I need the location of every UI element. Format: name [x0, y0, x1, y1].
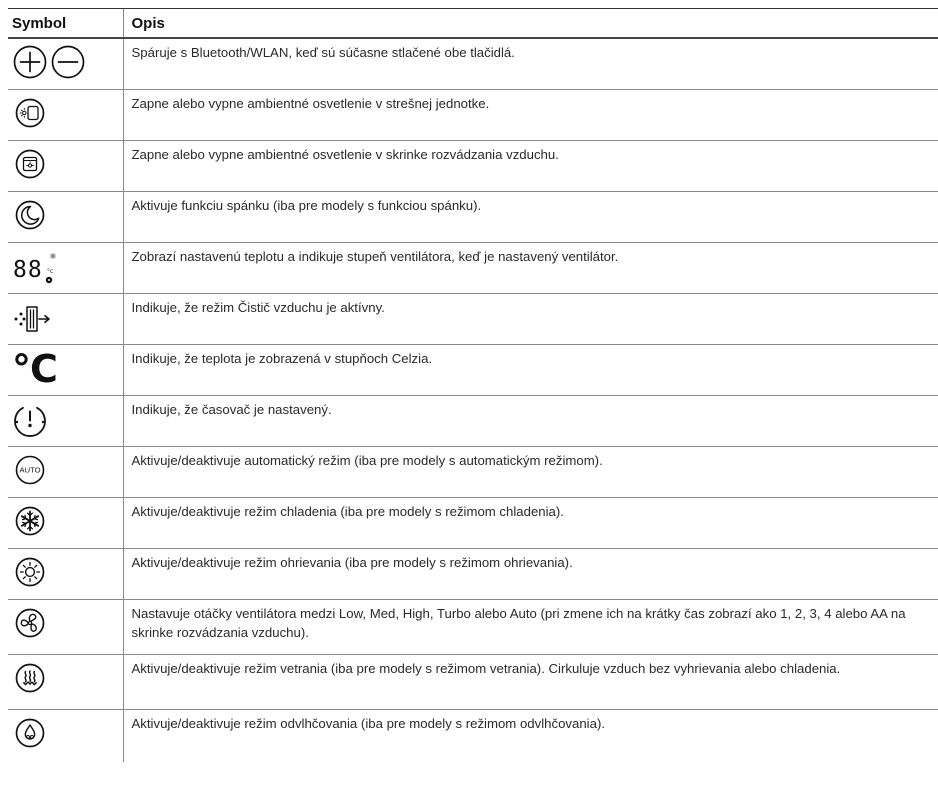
symbol-cell: 88 °c [8, 242, 123, 294]
cabinet-light-icon [15, 149, 45, 179]
table-row: Indikuje, že režim Čistič vzduchu je akt… [8, 293, 938, 345]
air-purifier-icon [14, 306, 50, 332]
symbol-cell [8, 191, 123, 243]
symbol-cell [8, 38, 123, 90]
header-description: Opis [122, 8, 938, 39]
table-row: Aktivuje funkciu spánku (iba pre modely … [8, 191, 938, 243]
display-snowflake-icon [50, 253, 56, 259]
description-cell: Zapne alebo vypne ambientné osvetlenie v… [122, 140, 938, 192]
symbol-cell [8, 710, 123, 763]
description-cell: Aktivuje/deaktivuje režim vetrania (iba … [122, 654, 938, 710]
symbol-cell: AUTO [8, 446, 123, 498]
sun-icon [15, 557, 45, 587]
symbol-table-container: Symbol Opis Spáruje s Bluetooth/WLAN, ke… [8, 8, 938, 762]
minus-icon [51, 45, 85, 79]
snowflake-icon [15, 506, 45, 536]
description-cell: Indikuje, že teplota je zobrazená v stup… [122, 344, 938, 396]
symbol-cell [8, 548, 123, 600]
plus-icon [13, 45, 47, 79]
description-cell: Aktivuje funkciu spánku (iba pre modely … [122, 191, 938, 243]
symbol-cell [8, 89, 123, 141]
symbol-cell [8, 395, 123, 447]
ventilation-icon [15, 663, 45, 693]
description-cell: Nastavuje otáčky ventilátora medzi Low, … [122, 599, 938, 655]
description-cell: Indikuje, že režim Čistič vzduchu je akt… [122, 293, 938, 345]
table-row: Aktivuje/deaktivuje režim odvlhčovania (… [8, 709, 938, 763]
roof-light-icon [15, 98, 45, 128]
symbol-cell: °C [8, 344, 123, 396]
symbol-cell [8, 293, 123, 345]
symbol-cell [8, 140, 123, 192]
table-row: Nastavuje otáčky ventilátora medzi Low, … [8, 599, 938, 655]
display-digits: 88 [13, 257, 43, 283]
table-row: Aktivuje/deaktivuje režim chladenia (iba… [8, 497, 938, 549]
description-cell: Spáruje s Bluetooth/WLAN, keď sú súčasne… [122, 38, 938, 90]
timer-icon [14, 406, 46, 437]
symbol-cell [8, 654, 123, 710]
symbol-table: Symbol Opis Spáruje s Bluetooth/WLAN, ke… [8, 8, 938, 762]
table-row: Aktivuje/deaktivuje režim ohrievania (ib… [8, 548, 938, 600]
description-cell: Aktivuje/deaktivuje režim ohrievania (ib… [122, 548, 938, 600]
table-row: 88 °c Zobrazí nastavenú teplotu a indiku… [8, 242, 938, 294]
plus-minus-icons [13, 45, 85, 79]
moon-icon [15, 200, 45, 230]
description-cell: Zapne alebo vypne ambientné osvetlenie v… [122, 89, 938, 141]
display-fan-icon [45, 276, 53, 284]
table-row: Zapne alebo vypne ambientné osvetlenie v… [8, 89, 938, 141]
auto-mode-icon: AUTO [15, 455, 45, 485]
fan-icon [15, 608, 45, 638]
table-row: °C Indikuje, že teplota je zobrazená v s… [8, 344, 938, 396]
header-symbol: Symbol [8, 8, 123, 39]
table-header-row: Symbol Opis [8, 8, 938, 39]
table-row: Indikuje, že časovač je nastavený. [8, 395, 938, 447]
table-row: AUTO Aktivuje/deaktivuje automatický rež… [8, 446, 938, 498]
auto-label: AUTO [20, 466, 41, 475]
display-unit: °c [47, 268, 53, 275]
table-row: Spáruje s Bluetooth/WLAN, keď sú súčasne… [8, 38, 938, 90]
dehumidify-icon [15, 718, 45, 748]
table-row: Aktivuje/deaktivuje režim vetrania (iba … [8, 654, 938, 710]
symbol-cell [8, 599, 123, 655]
description-cell: Zobrazí nastavenú teplotu a indikuje stu… [122, 242, 938, 294]
symbol-cell [8, 497, 123, 549]
description-cell: Aktivuje/deaktivuje režim chladenia (iba… [122, 497, 938, 549]
description-cell: Aktivuje/deaktivuje automatický režim (i… [122, 446, 938, 498]
display-icon: 88 °c [13, 253, 56, 284]
table-row: Zapne alebo vypne ambientné osvetlenie v… [8, 140, 938, 192]
description-cell: Aktivuje/deaktivuje režim odvlhčovania (… [122, 709, 938, 762]
celsius-icon: °C [12, 347, 58, 391]
description-cell: Indikuje, že časovač je nastavený. [122, 395, 938, 447]
